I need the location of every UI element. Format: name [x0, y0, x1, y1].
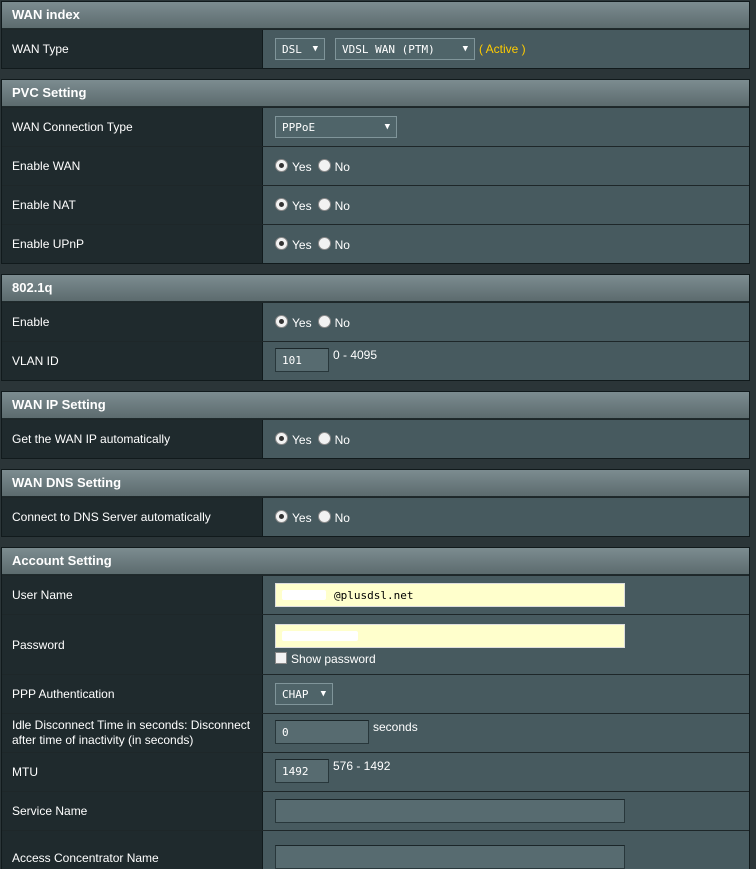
radio-icon[interactable] [275, 197, 288, 211]
service-name-row: Service Name [2, 791, 749, 830]
section-title: WAN index [2, 2, 749, 29]
vlan-id-input[interactable]: 101 [275, 348, 329, 372]
enable-wan-label: Enable WAN [2, 147, 263, 185]
vlan-enable-no[interactable]: No [317, 314, 350, 330]
section-title: WAN DNS Setting [2, 470, 749, 497]
enable-wan-no[interactable]: No [317, 158, 350, 174]
enable-upnp-yes[interactable]: Yes [275, 236, 312, 252]
radio-icon[interactable] [275, 236, 288, 250]
show-password-option[interactable]: Show password [275, 651, 376, 666]
wan-mode-select[interactable]: VDSL WAN (PTM) ▼ [335, 38, 475, 60]
chevron-down-icon: ▼ [320, 689, 326, 699]
ppp-auth-select[interactable]: CHAP ▼ [275, 683, 333, 705]
radio-icon[interactable] [275, 314, 288, 328]
enable-nat-no[interactable]: No [317, 197, 350, 213]
mtu-label: MTU [2, 753, 263, 791]
wan-ip-auto-row: Get the WAN IP automatically Yes No [2, 419, 749, 458]
wan-ip-auto-label: Get the WAN IP automatically [2, 420, 263, 458]
ppp-auth-label: PPP Authentication [2, 675, 263, 713]
enable-nat-row: Enable NAT Yes No [2, 185, 749, 224]
service-name-input[interactable] [275, 799, 625, 823]
vlan-enable-yes[interactable]: Yes [275, 314, 312, 330]
mtu-input[interactable]: 1492 [275, 759, 329, 783]
wan-type-select[interactable]: DSL ▼ [275, 38, 325, 60]
enable-wan-row: Enable WAN Yes No [2, 146, 749, 185]
password-row: Password Show password [2, 614, 749, 674]
vlan-enable-label: Enable [2, 303, 263, 341]
ppp-auth-row: PPP Authentication CHAP ▼ [2, 674, 749, 713]
vlan-id-label: VLAN ID [2, 342, 263, 380]
chevron-down-icon: ▼ [312, 44, 318, 54]
wan-ip-auto-yes[interactable]: Yes [275, 431, 312, 447]
dns-auto-row: Connect to DNS Server automatically Yes … [2, 497, 749, 536]
dns-auto-no[interactable]: No [317, 509, 350, 525]
mtu-range-hint: 576 - 1492 [333, 759, 391, 773]
section-title: 802.1q [2, 275, 749, 302]
ac-name-row: Access Concentrator Name [2, 830, 749, 869]
service-name-label: Service Name [2, 792, 263, 830]
enable-nat-yes[interactable]: Yes [275, 197, 312, 213]
dns-auto-label: Connect to DNS Server automatically [2, 498, 263, 536]
idle-row: Idle Disconnect Time in seconds: Disconn… [2, 713, 749, 752]
ac-name-input[interactable] [275, 845, 625, 869]
username-row: User Name @plusdsl.net [2, 575, 749, 614]
dns-auto-yes[interactable]: Yes [275, 509, 312, 525]
password-input[interactable] [275, 623, 625, 648]
redacted-text [282, 590, 326, 600]
wan-ip-section: WAN IP Setting Get the WAN IP automatica… [1, 391, 750, 459]
redacted-text [282, 630, 358, 641]
wan-index-section: WAN index WAN Type DSL ▼ VDSL WAN (PTM) ▼ … [1, 1, 750, 69]
section-title: Account Setting [2, 548, 749, 575]
radio-icon[interactable] [317, 431, 331, 445]
mtu-row: MTU 1492 576 - 1492 [2, 752, 749, 791]
idle-input[interactable]: 0 [275, 720, 369, 744]
pvc-section: PVC Setting WAN Connection Type PPPoE ▼ E… [1, 79, 750, 264]
conn-type-label: WAN Connection Type [2, 108, 263, 146]
enable-upnp-label: Enable UPnP [2, 225, 263, 263]
section-title: PVC Setting [2, 80, 749, 107]
radio-icon[interactable] [317, 236, 331, 250]
section-title: WAN IP Setting [2, 392, 749, 419]
account-section: Account Setting User Name @plusdsl.net P… [1, 547, 750, 869]
radio-icon[interactable] [317, 197, 331, 211]
idle-unit: seconds [373, 720, 418, 734]
idle-label: Idle Disconnect Time in seconds: Disconn… [2, 714, 263, 752]
wan-type-row: WAN Type DSL ▼ VDSL WAN (PTM) ▼ ( Active ) [2, 29, 749, 68]
wan-dns-section: WAN DNS Setting Connect to DNS Server au… [1, 469, 750, 537]
chevron-down-icon: ▼ [384, 122, 390, 132]
password-label: Password [2, 615, 263, 674]
ac-name-label: Access Concentrator Name [2, 831, 263, 869]
vlan-id-row: VLAN ID 101 0 - 4095 [2, 341, 749, 380]
radio-icon[interactable] [317, 314, 331, 328]
conn-type-row: WAN Connection Type PPPoE ▼ [2, 107, 749, 146]
enable-nat-label: Enable NAT [2, 186, 263, 224]
enable-upnp-no[interactable]: No [317, 236, 350, 252]
username-input[interactable]: @plusdsl.net [275, 583, 625, 607]
chevron-down-icon: ▼ [462, 44, 468, 54]
conn-type-select[interactable]: PPPoE ▼ [275, 116, 397, 138]
enable-wan-yes[interactable]: Yes [275, 158, 312, 174]
vlan-enable-row: Enable Yes No [2, 302, 749, 341]
vlan-section: 802.1q Enable Yes No VLAN ID 101 0 - 409… [1, 274, 750, 381]
wan-status: ( Active ) [479, 42, 526, 56]
enable-upnp-row: Enable UPnP Yes No [2, 224, 749, 263]
radio-icon[interactable] [317, 509, 331, 523]
radio-icon[interactable] [275, 509, 288, 523]
wan-ip-auto-no[interactable]: No [317, 431, 350, 447]
radio-icon[interactable] [317, 158, 331, 172]
radio-icon[interactable] [275, 158, 288, 172]
checkbox-icon[interactable] [275, 651, 287, 664]
radio-icon[interactable] [275, 431, 288, 445]
username-label: User Name [2, 576, 263, 614]
wan-type-label: WAN Type [2, 30, 263, 68]
vlan-range-hint: 0 - 4095 [333, 348, 378, 362]
